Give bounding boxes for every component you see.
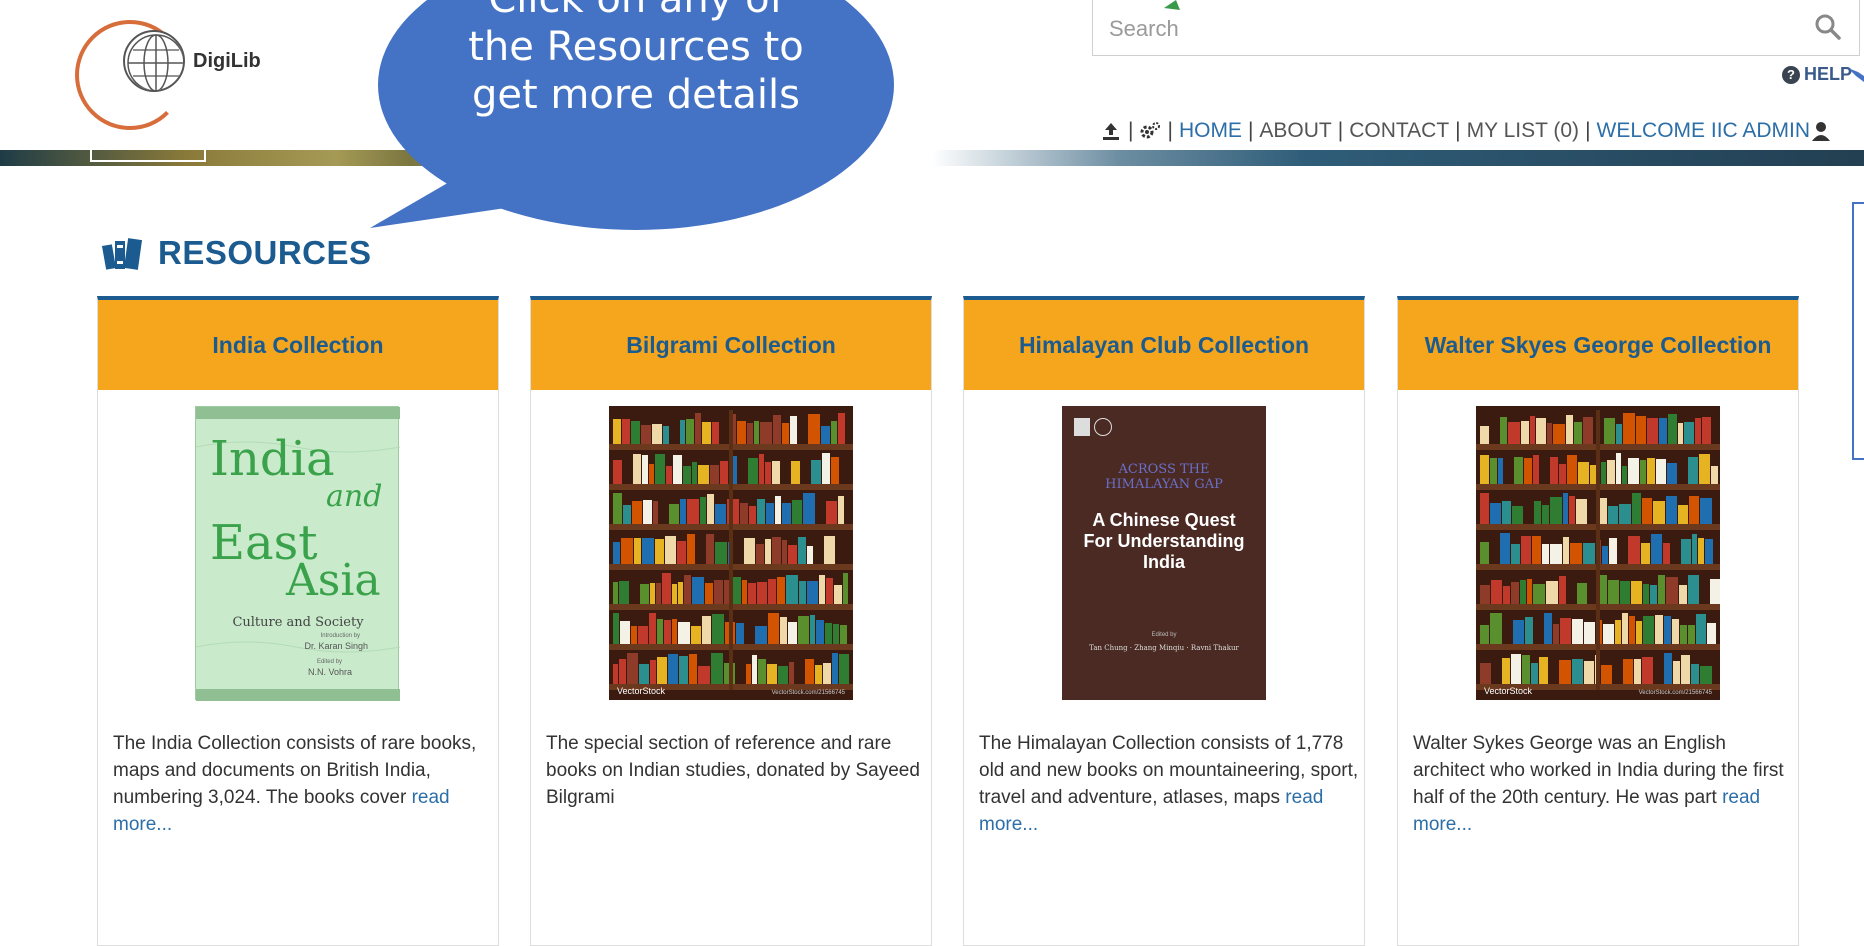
card-title[interactable]: Bilgrami Collection [531,300,931,390]
bookshelf-image [1476,410,1720,690]
side-callout-box [1852,202,1864,460]
publisher-logo [1074,418,1114,438]
resource-card-india[interactable]: India Collection India and East Asia Cul… [97,296,499,946]
cover-top-line: ACROSS THE [1118,462,1210,477]
cover-main-title: A Chinese Quest For Understanding India [1083,510,1245,572]
card-title[interactable]: India Collection [98,300,498,390]
books-icon [102,238,143,270]
cover-editor: N.N. Vohra [307,667,352,677]
resource-card-bilgrami[interactable]: Bilgrami Collection VectorStock VectorSt… [530,296,932,946]
cover-line: India [210,431,335,487]
callout-pointer [370,0,1864,228]
cover-intro: Introduction by [320,633,360,639]
book-cover-walter[interactable]: VectorStock VectorStock.com/21566745 [1476,406,1720,700]
callout-line: get more details [472,72,800,118]
cover-series: ACROSS THE HIMALAYAN GAP [1062,462,1266,492]
cover-ref: VectorStock.com/21566745 [771,690,845,696]
cover-brand: VectorStock [617,686,666,696]
cover-ref: VectorStock.com/21566745 [1638,690,1712,696]
cover-brand: VectorStock [1484,686,1533,696]
cover-line: and [326,479,383,514]
callout-line: Click on any of [378,0,894,23]
card-description: Walter Sykes George was an English archi… [1413,730,1793,838]
cover-line: Asia [286,555,381,606]
resource-card-himalayan[interactable]: Himalayan Club Collection ACROSS THE HIM… [963,296,1365,946]
cover-top-line: HIMALAYAN GAP [1105,477,1223,492]
callout-text: Click on any of the Resources to get mor… [378,0,894,119]
cover-author: Dr. Karan Singh [304,641,368,651]
card-description: The India Collection consists of rare bo… [113,730,493,838]
cover-title: India [210,431,335,487]
card-description: The Himalayan Collection consists of 1,7… [979,730,1359,838]
callout-line: the Resources to [468,24,804,70]
card-description: The special section of reference and rar… [546,730,926,811]
book-cover-himalayan[interactable]: ACROSS THE HIMALAYAN GAP A Chinese Quest… [1062,406,1266,700]
resources-title: RESOURCES [158,234,372,271]
book-cover-bilgrami[interactable]: VectorStock VectorStock.com/21566745 [609,406,853,700]
cover-subtitle: Culture and Society [232,615,364,630]
card-desc-text: The special section of reference and rar… [546,733,920,808]
bookshelf-image [609,410,853,690]
cover-edited: Edited by [1151,632,1177,638]
resources-heading: RESOURCES [102,234,372,272]
cover-edited: Edited by [316,659,342,665]
book-cover-india[interactable]: India and East Asia Culture and Society … [195,406,400,701]
card-title[interactable]: Himalayan Club Collection [964,300,1364,390]
resource-card-walter[interactable]: Walter Skyes George Collection VectorSto… [1397,296,1799,946]
cover-authors: Tan Chung · Zhang Minqiu · Ravni Thakur [1089,644,1239,652]
card-title[interactable]: Walter Skyes George Collection [1398,300,1798,390]
